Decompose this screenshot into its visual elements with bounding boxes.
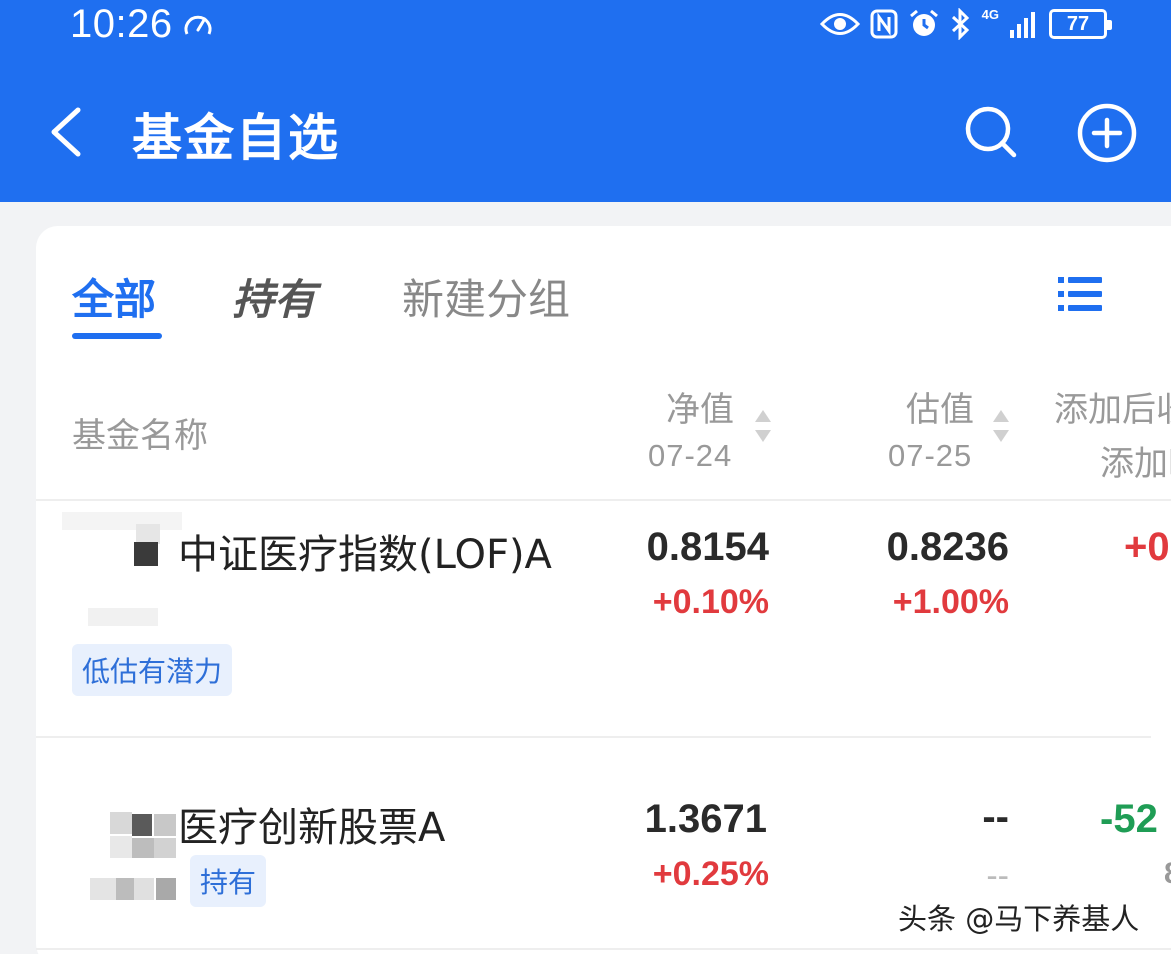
search-button[interactable] <box>962 103 1018 159</box>
column-estimate[interactable]: 估值 <box>906 382 974 431</box>
status-icons: 4G 77 <box>819 6 1112 42</box>
battery-icon: 77 <box>1049 9 1112 39</box>
header-divider <box>36 499 1171 501</box>
column-nav-date: 07-24 <box>648 438 733 473</box>
fund-nav-change: +0.10% <box>652 583 769 621</box>
eye-icon <box>819 13 860 35</box>
page-title: 基金自选 <box>132 109 340 167</box>
column-fund-name: 基金名称 <box>72 416 208 456</box>
column-nav[interactable]: 净值 <box>666 382 734 431</box>
battery-level: 77 <box>1066 12 1090 35</box>
active-tab-indicator <box>72 333 162 339</box>
signal-icon <box>1010 12 1035 38</box>
bluetooth-icon <box>951 8 969 40</box>
tab-held[interactable]: 持有 <box>232 266 316 327</box>
fund-after-add-return: -52 <box>1100 797 1158 841</box>
add-fund-button[interactable] <box>1076 102 1138 164</box>
fund-name[interactable]: 中证医疗指数(LOF)A <box>178 522 552 580</box>
alarm-icon <box>909 9 938 36</box>
fund-estimate-value: -- <box>982 795 1009 839</box>
sort-nav-icon[interactable] <box>752 406 774 446</box>
row-divider <box>36 948 1171 950</box>
fund-estimate-change: +1.00% <box>892 583 1009 621</box>
network-speed-icon <box>184 15 212 35</box>
tab-new-group[interactable]: 新建分组 <box>402 266 570 327</box>
fund-after-add-return: +0 <box>1124 525 1170 569</box>
fund-nav-value: 0.8154 <box>646 525 769 569</box>
list-manage-icon[interactable] <box>1056 275 1104 313</box>
back-button[interactable] <box>42 104 90 160</box>
fund-nav-value: 1.3671 <box>644 797 767 841</box>
status-time: 10:26 <box>70 2 173 46</box>
fund-after-add-sub: 8 <box>1164 857 1171 891</box>
column-estimate-date: 07-25 <box>888 438 973 473</box>
blurred-fund-prefix <box>70 808 182 904</box>
sort-estimate-icon[interactable] <box>990 406 1012 446</box>
fund-tag: 低估有潜力 <box>72 644 233 696</box>
network-label: 4G <box>981 7 999 22</box>
column-after-add-sub: 添加时 <box>1100 444 1171 484</box>
watermark: 头条 @马下养基人 <box>898 902 1140 936</box>
fund-nav-change: +0.25% <box>652 855 769 893</box>
blurred-fund-prefix <box>56 508 186 628</box>
fund-name[interactable]: 医疗创新股票A <box>178 795 445 853</box>
fund-tag: 持有 <box>190 855 267 907</box>
nfc-icon <box>870 9 898 39</box>
tab-all[interactable]: 全部 <box>72 266 156 327</box>
fund-estimate-value: 0.8236 <box>886 525 1009 569</box>
fund-estimate-change: -- <box>986 857 1009 895</box>
row-divider <box>36 736 1151 738</box>
app-header: 10:26 4G 77 基金自选 <box>0 0 1171 202</box>
column-after-add[interactable]: 添加后收 <box>1054 382 1171 431</box>
